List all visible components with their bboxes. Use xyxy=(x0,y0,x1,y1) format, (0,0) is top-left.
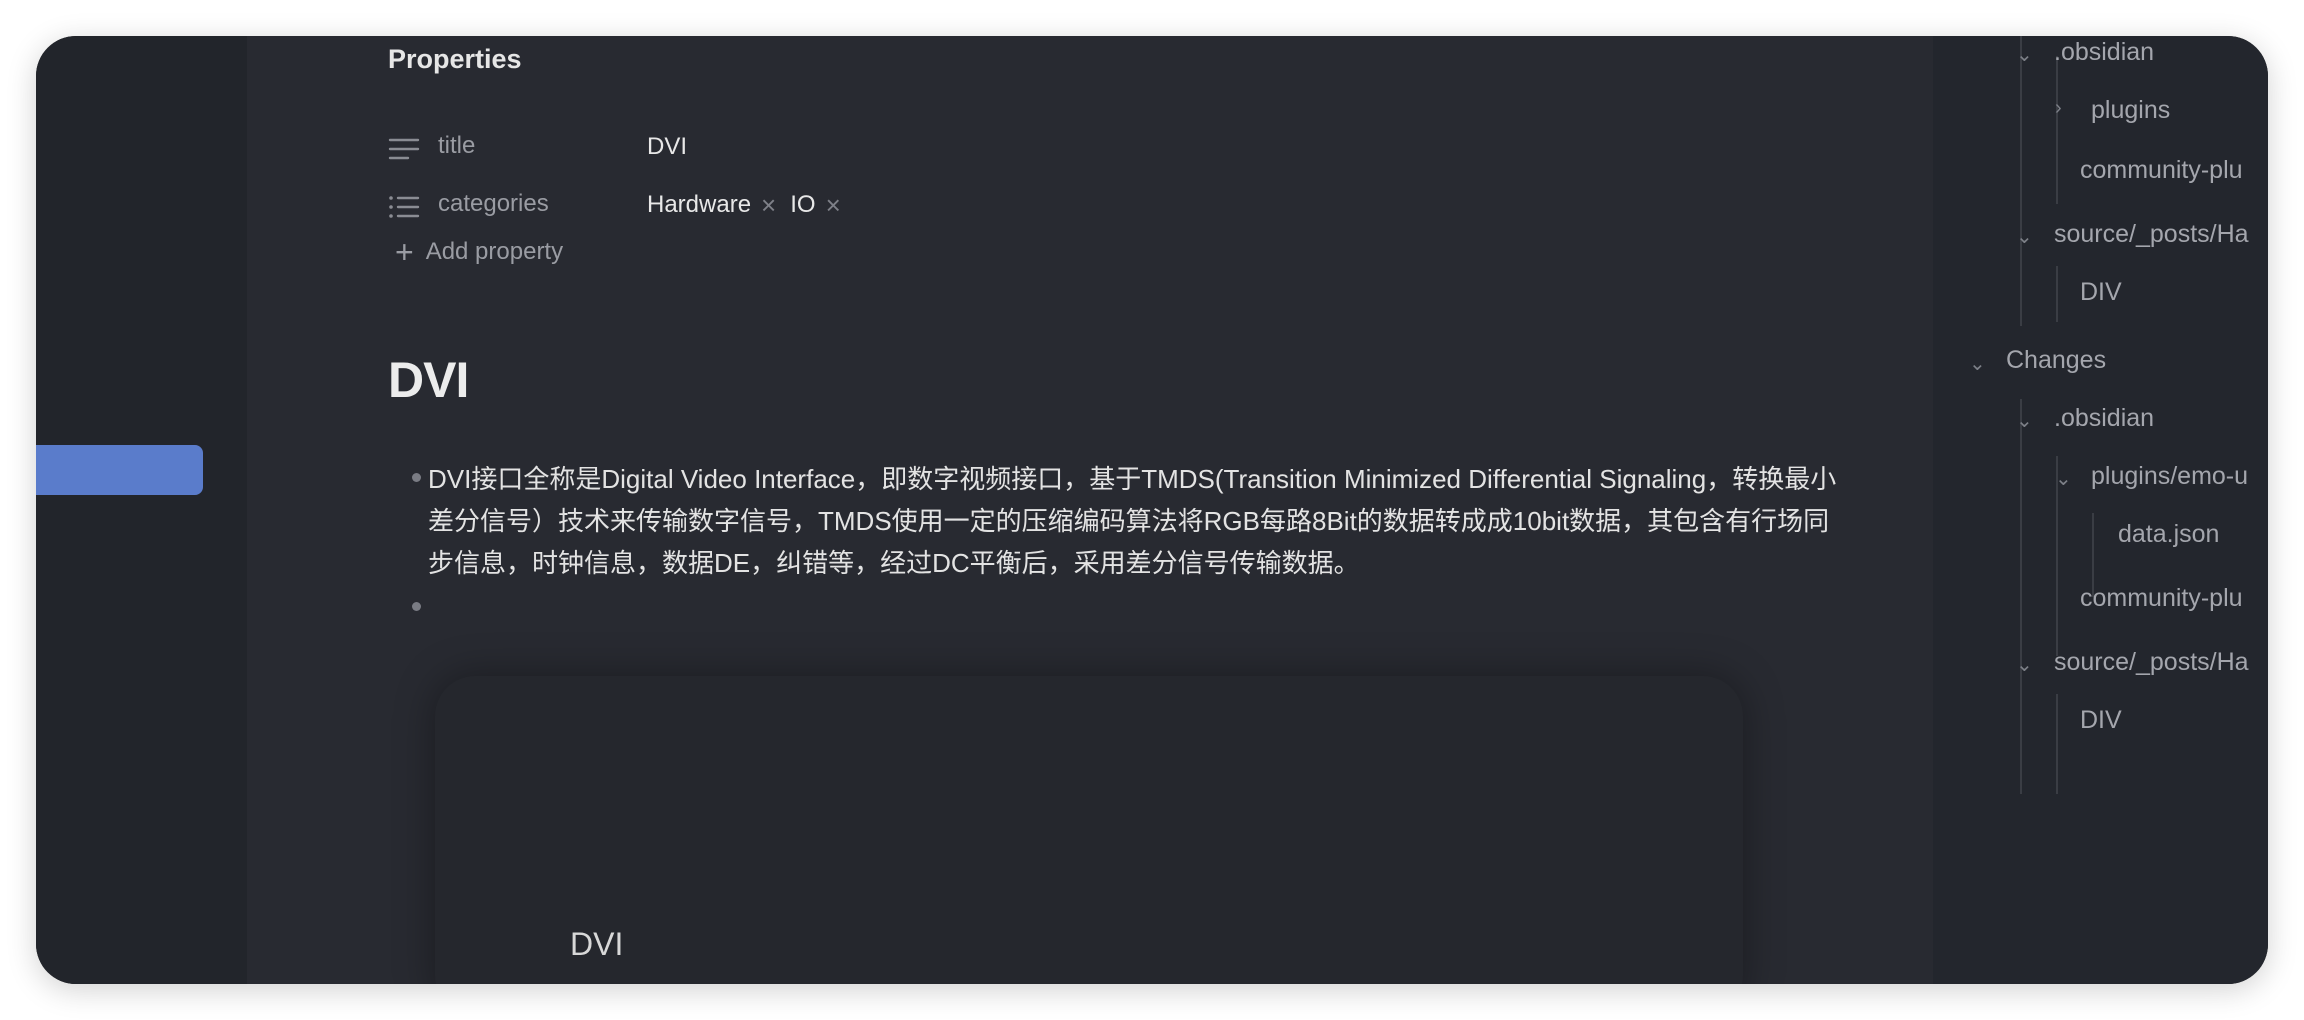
remove-pill-icon[interactable]: × xyxy=(826,192,841,218)
list-icon xyxy=(389,196,420,218)
tree-file[interactable]: community-plu xyxy=(2080,156,2243,185)
tree-folder[interactable]: plugins/emo-u xyxy=(2091,462,2248,491)
property-key[interactable]: title xyxy=(438,132,475,160)
pill-label: Hardware xyxy=(647,191,752,218)
app-window: Properties title DVI categories Hardware… xyxy=(36,36,2268,984)
pill-label: IO xyxy=(790,191,816,218)
tree-folder[interactable]: source/_posts/Ha xyxy=(2054,220,2249,249)
tree-file[interactable]: community-plu xyxy=(2080,584,2243,613)
tree-guide-line xyxy=(2020,399,2022,794)
property-row-categories[interactable]: categories Hardware × IO × xyxy=(388,186,1288,226)
sidebar-active-item[interactable] xyxy=(36,445,203,495)
tree-file[interactable]: DIV xyxy=(2080,278,2122,307)
add-property-label: Add property xyxy=(425,238,564,265)
tree-folder[interactable]: plugins xyxy=(2091,96,2170,125)
embedded-note-card[interactable]: DVI xyxy=(435,676,1743,984)
chevron-down-icon[interactable]: ⌄ xyxy=(2016,45,2033,65)
category-pills: Hardware × IO × xyxy=(647,191,841,219)
tree-file[interactable]: DIV xyxy=(2080,706,2122,735)
chevron-down-icon[interactable]: ⌄ xyxy=(2016,227,2033,247)
category-pill[interactable]: IO × xyxy=(790,191,841,219)
document-title[interactable]: DVI xyxy=(388,351,469,409)
category-pill[interactable]: Hardware × xyxy=(647,191,776,219)
plus-icon: + xyxy=(395,234,414,270)
editor-pane[interactable]: Properties title DVI categories Hardware… xyxy=(247,36,1933,984)
tree-guide-line xyxy=(2020,36,2022,326)
embed-title: DVI xyxy=(570,926,624,962)
file-tree-panel: ⌄ .obsidian › plugins community-plu ⌄ so… xyxy=(1933,36,2268,984)
tree-folder[interactable]: .obsidian xyxy=(2054,404,2154,433)
tree-file[interactable]: data.json xyxy=(2118,520,2219,549)
tree-guide-line xyxy=(2056,56,2058,204)
left-sidebar xyxy=(36,36,247,984)
tree-folder[interactable]: source/_posts/Ha xyxy=(2054,648,2249,677)
chevron-down-icon[interactable]: ⌄ xyxy=(1969,354,1986,374)
text-lines-icon xyxy=(388,138,420,160)
property-key[interactable]: categories xyxy=(438,190,549,218)
tree-guide-line xyxy=(2056,266,2058,322)
tree-folder[interactable]: .obsidian xyxy=(2054,38,2154,67)
chevron-down-icon[interactable]: ⌄ xyxy=(2016,411,2033,431)
add-property-button[interactable]: + Add property xyxy=(395,236,563,268)
chevron-right-icon[interactable]: › xyxy=(2055,98,2062,118)
bullet-text[interactable]: DVI接口全称是Digital Video Interface，即数字视频接口，… xyxy=(428,458,1848,584)
property-value[interactable]: DVI xyxy=(647,133,687,161)
tree-guide-line xyxy=(2056,694,2058,794)
properties-heading[interactable]: Properties xyxy=(388,44,522,75)
property-row-title[interactable]: title DVI xyxy=(388,128,1288,168)
chevron-down-icon[interactable]: ⌄ xyxy=(2055,469,2072,489)
chevron-down-icon[interactable]: ⌄ xyxy=(2016,655,2033,675)
remove-pill-icon[interactable]: × xyxy=(761,192,776,218)
bullet-icon xyxy=(412,473,421,482)
tree-section-changes[interactable]: Changes xyxy=(2006,346,2106,375)
empty-bullet-icon[interactable] xyxy=(412,602,421,611)
